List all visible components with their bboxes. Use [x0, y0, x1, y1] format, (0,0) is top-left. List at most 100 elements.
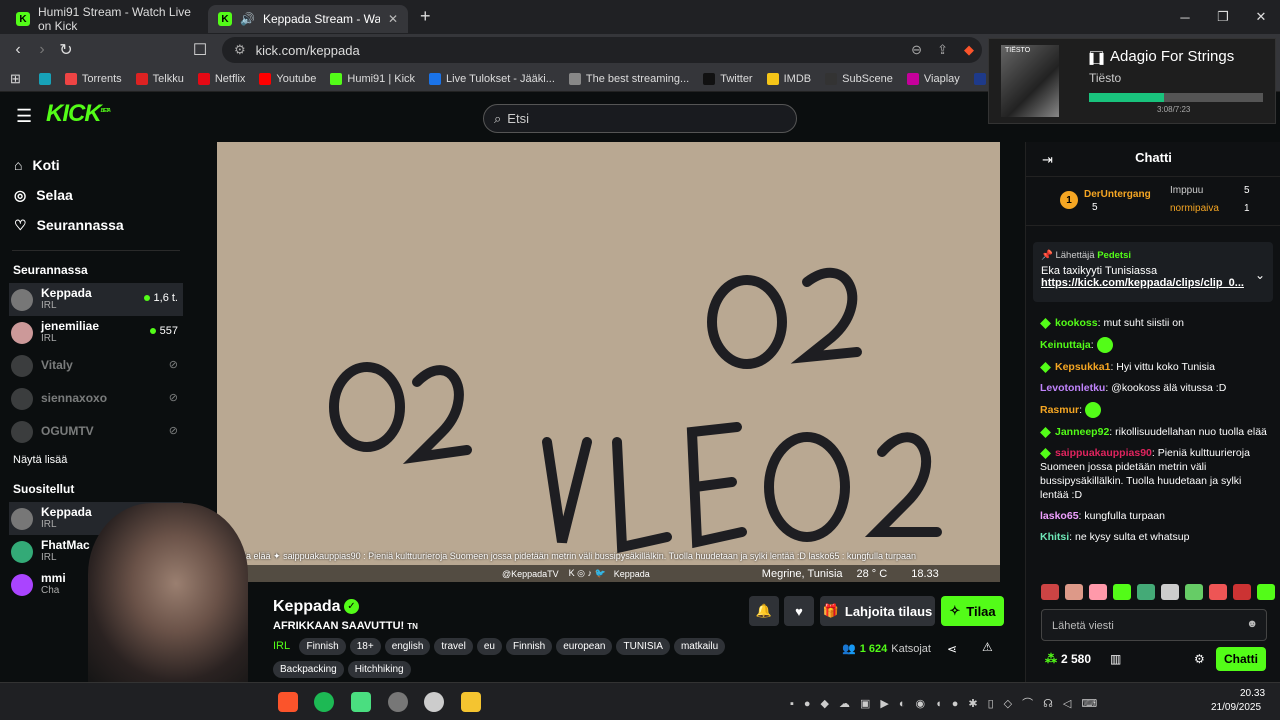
spotify-icon[interactable] [314, 692, 334, 712]
stream-tag[interactable]: english [384, 638, 431, 655]
store-icon[interactable]: ▥ [1110, 652, 1121, 666]
emote-icon[interactable] [1185, 584, 1203, 600]
stream-tag[interactable]: Hitchhiking [347, 661, 411, 678]
browser-tab-active[interactable]: K 🔊 Keppada Stream - Watch Live ✕ [208, 5, 408, 33]
site-info-icon[interactable]: ⚙ [234, 42, 246, 58]
bookmark-favicon-icon [64, 72, 77, 85]
bookmark-item[interactable]: Viaplay [906, 72, 960, 85]
stream-tag[interactable]: Backpacking [273, 661, 344, 678]
chat-username[interactable]: lasko65 [1040, 510, 1079, 522]
reload-icon[interactable]: ↻ [54, 40, 78, 60]
emote-icon[interactable] [1065, 584, 1083, 600]
nav-home[interactable]: ⌂ Koti [0, 150, 192, 180]
apps-grid-icon[interactable]: ⊞ [10, 71, 21, 87]
pinned-link[interactable]: https://kick.com/keppada/clips/clip_0... [1041, 277, 1265, 289]
chevron-down-icon[interactable]: ⌄ [1255, 268, 1265, 282]
chat-username[interactable]: Janneep92 [1055, 426, 1109, 438]
bookmark-item[interactable]: Twitter [703, 72, 753, 85]
bookmark-item[interactable]: Youtube [259, 72, 316, 85]
stream-tag[interactable]: TUNISIA [616, 638, 670, 655]
bookmark-item[interactable]: Torrents [64, 72, 122, 85]
chat-username[interactable]: kookoss [1055, 317, 1098, 329]
new-tab-button[interactable]: + [420, 6, 431, 27]
points-display[interactable]: ⁂ 2 580 [1045, 652, 1091, 666]
emote-icon[interactable] [1041, 584, 1059, 600]
sidebar-channel[interactable]: jenemiliae IRL 557 [0, 316, 192, 349]
app-icon[interactable] [424, 692, 444, 712]
forward-icon[interactable]: › [30, 41, 54, 59]
sidebar-channel[interactable]: siennaxoxo ⊘ [0, 382, 192, 415]
brave-browser-icon[interactable] [278, 692, 298, 712]
bookmark-item[interactable]: The best streaming... [568, 72, 689, 85]
emote-icon[interactable] [1161, 584, 1179, 600]
bookmark-item[interactable]: IMDB [766, 72, 811, 85]
back-icon[interactable]: ‹ [6, 41, 30, 59]
nav-browse[interactable]: ◎ Selaa [0, 180, 192, 210]
sidebar-channel[interactable]: OGUMTV ⊘ [0, 415, 192, 448]
minimize-button[interactable]: ─ [1166, 0, 1204, 34]
follow-heart-button[interactable]: ♥ [784, 596, 814, 626]
brave-shield-icon[interactable]: ◆ [964, 42, 974, 58]
emote-icon[interactable] [1233, 584, 1251, 600]
chat-username[interactable]: Rasmur [1040, 404, 1079, 416]
emote-icon[interactable] [1137, 584, 1155, 600]
show-more-link[interactable]: Näytä lisää [0, 448, 192, 482]
pinned-message[interactable]: 📌 Lähettäjä Pedetsi Eka taxikyyti Tunisi… [1033, 242, 1273, 302]
close-tab-icon[interactable]: ✕ [388, 12, 398, 26]
bookmark-item[interactable]: Live Tulokset - Jääki... [429, 72, 555, 85]
subscribe-button[interactable]: ✧ Tilaa [941, 596, 1004, 626]
emote-icon[interactable] [1089, 584, 1107, 600]
chat-username[interactable]: Khitsi [1040, 531, 1069, 543]
stream-tag[interactable]: european [556, 638, 613, 655]
stream-tag[interactable]: 18+ [349, 638, 381, 655]
app-icon[interactable] [351, 692, 371, 712]
bookmark-favicon-icon[interactable] [38, 72, 51, 85]
streamer-name[interactable]: Keppada [273, 598, 341, 616]
settings-icon[interactable]: ⚙ [1194, 652, 1205, 666]
search-input[interactable]: ⌕ Etsi [483, 104, 797, 133]
bookmark-item[interactable]: Telkku [135, 72, 184, 85]
menu-icon[interactable]: ☰ [16, 106, 32, 127]
stream-tag[interactable]: matkailu [673, 638, 726, 655]
chat-username[interactable]: saippuakauppias90 [1055, 447, 1152, 459]
notification-bell-button[interactable]: 🔔 [749, 596, 779, 626]
bookmark-item[interactable]: SubScene [825, 72, 893, 85]
channel-name: OGUMTV [41, 424, 94, 438]
bookmark-icon[interactable]: ☐ [188, 40, 212, 60]
close-window-button[interactable]: ✕ [1242, 0, 1280, 34]
share-icon[interactable]: ⋖ [947, 642, 957, 656]
share-icon[interactable]: ⇪ [937, 42, 948, 58]
video-player[interactable]: uo tuolla elää ✦ saippuakauppias90 : Pie… [217, 142, 1000, 582]
chat-input[interactable]: Lähetä viesti ☻ [1041, 609, 1267, 641]
emote-icon[interactable] [1257, 584, 1275, 600]
send-chat-button[interactable]: Chatti [1216, 647, 1266, 671]
stream-tag[interactable]: travel [434, 638, 473, 655]
pause-icon[interactable]: ❚❚ [1086, 51, 1106, 65]
zoom-icon[interactable]: ⊖ [911, 42, 922, 58]
system-tray-icons[interactable]: ▪●◆☁▣▶◐◉◖●✱▯◇⌒☊◁⌨ [790, 695, 1107, 711]
chat-username[interactable]: Kepsukka1 [1055, 361, 1110, 373]
chat-username[interactable]: Keinuttaja [1040, 339, 1091, 351]
stream-tag[interactable]: Finnish [505, 638, 553, 655]
maximize-button[interactable]: ❐ [1204, 0, 1242, 34]
sidebar-channel[interactable]: Keppada IRL 1,6 t. [9, 283, 183, 316]
track-progress[interactable] [1089, 93, 1263, 102]
browser-tab[interactable]: K Humi91 Stream - Watch Live on Kick [6, 5, 206, 33]
nav-following[interactable]: ♡ Seurannassa [0, 210, 192, 240]
file-explorer-icon[interactable] [461, 692, 481, 712]
url-field[interactable]: ⚙ kick.com/keppada ⊖ ⇪ ◆ [222, 37, 982, 63]
emote-icon[interactable] [1113, 584, 1131, 600]
gift-sub-button[interactable]: 🎁 Lahjoita tilaus [820, 596, 935, 626]
stream-tag[interactable]: eu [476, 638, 502, 655]
emoji-icon[interactable]: ☻ [1246, 618, 1258, 630]
bookmark-item[interactable]: Netflix [197, 72, 245, 85]
stream-tag[interactable]: Finnish [299, 638, 346, 655]
bookmark-item[interactable]: Humi91 | Kick [330, 72, 415, 85]
app-icon[interactable] [388, 692, 408, 712]
sidebar-channel[interactable]: Vitaly ⊘ [0, 349, 192, 382]
report-icon[interactable]: ⚠ [982, 640, 993, 654]
category-link[interactable]: IRL [273, 640, 290, 652]
kick-logo[interactable]: KICKBETA [46, 100, 111, 128]
chat-username[interactable]: Levotonletku [1040, 382, 1105, 394]
emote-icon[interactable] [1209, 584, 1227, 600]
